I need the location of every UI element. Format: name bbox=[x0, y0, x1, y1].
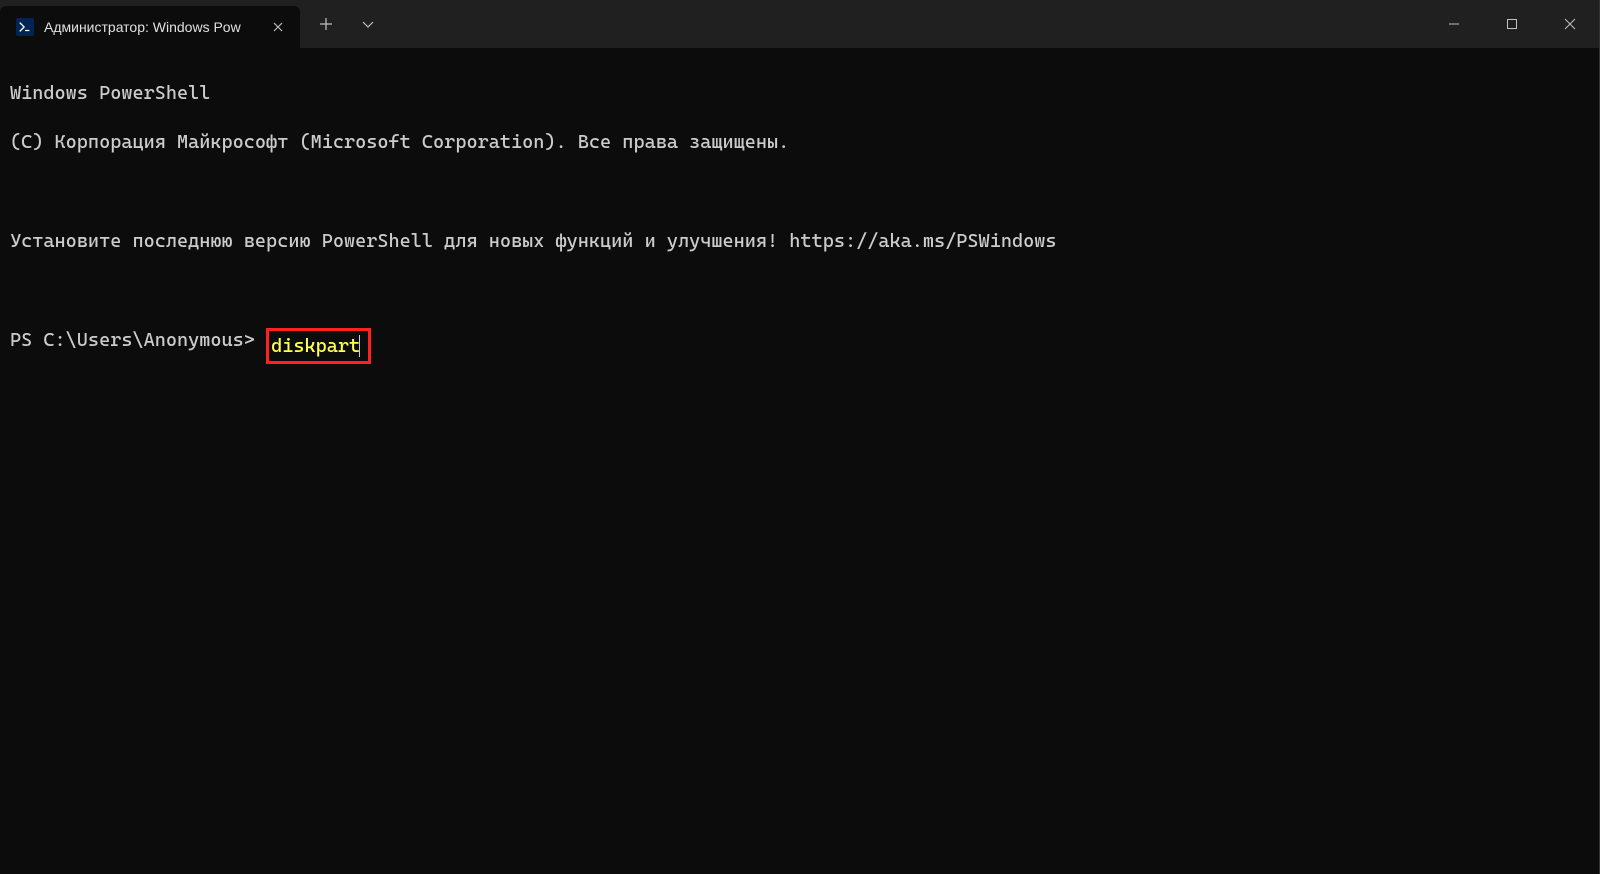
command-highlight-box: diskpart bbox=[266, 328, 371, 365]
output-line bbox=[10, 179, 1589, 204]
prompt-text: PS C:\Users\Anonymous> bbox=[10, 329, 266, 351]
titlebar-left: Администратор: Windows Pow bbox=[0, 0, 388, 48]
tab-dropdown-button[interactable] bbox=[348, 4, 388, 44]
output-line: (C) Корпорация Майкрософт (Microsoft Cor… bbox=[10, 130, 1589, 155]
prompt-line: PS C:\Users\Anonymous> diskpart bbox=[10, 328, 1589, 353]
command-text: diskpart bbox=[271, 335, 360, 357]
tabbar-controls bbox=[300, 0, 388, 48]
powershell-icon bbox=[16, 18, 34, 36]
output-line: Установите последнюю версию PowerShell д… bbox=[10, 229, 1589, 254]
tab-close-button[interactable] bbox=[268, 17, 288, 37]
new-tab-button[interactable] bbox=[306, 4, 346, 44]
tab-title: Администратор: Windows Pow bbox=[44, 19, 258, 35]
text-cursor bbox=[359, 335, 360, 357]
terminal-content[interactable]: Windows PowerShell (C) Корпорация Майкро… bbox=[0, 48, 1599, 385]
output-line bbox=[10, 278, 1589, 303]
close-button[interactable] bbox=[1541, 0, 1599, 48]
maximize-button[interactable] bbox=[1483, 0, 1541, 48]
active-tab[interactable]: Администратор: Windows Pow bbox=[0, 6, 300, 48]
window-controls bbox=[1425, 0, 1599, 48]
minimize-button[interactable] bbox=[1425, 0, 1483, 48]
output-line: Windows PowerShell bbox=[10, 81, 1589, 106]
titlebar: Администратор: Windows Pow bbox=[0, 0, 1599, 48]
